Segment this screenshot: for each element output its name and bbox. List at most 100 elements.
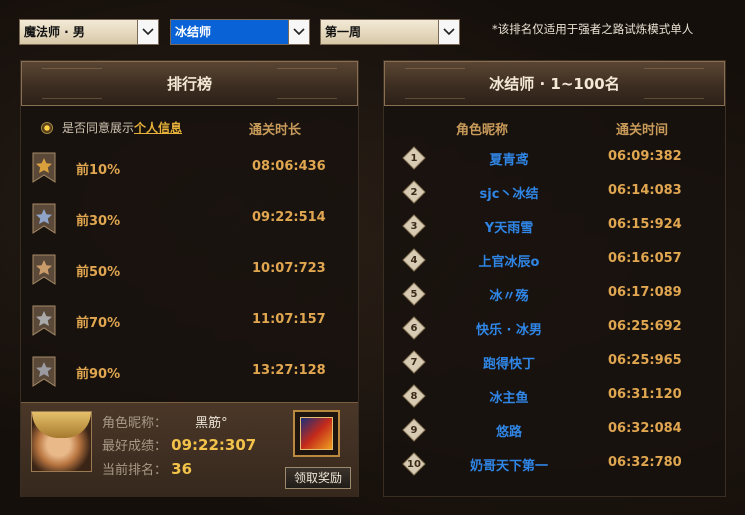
class-select[interactable]: 魔法师 · 男	[19, 19, 159, 45]
rank-badge: 4	[402, 248, 426, 272]
claim-reward-button[interactable]: 领取奖励	[285, 467, 351, 489]
tier-label: 前30%	[76, 214, 121, 229]
clear-time: 06:17:089	[608, 285, 682, 300]
rank-number: 10	[407, 458, 421, 470]
rank-label: 当前排名：	[102, 463, 168, 478]
rank-badge: 5	[402, 282, 426, 306]
tier-time: 11:07:157	[252, 312, 326, 327]
player-name[interactable]: 悠路	[434, 421, 584, 440]
player-name[interactable]: 奶哥天下第一	[434, 455, 584, 474]
col-header-clear-time: 通关时间	[616, 123, 669, 138]
top100-panel: 冰结师 · 1~100名 角色昵称 通关时间 1 夏青鸢 06:09:382 2 sjc…	[383, 60, 726, 497]
player-name[interactable]: 冰〃殇	[434, 285, 584, 304]
clear-time: 06:32:780	[608, 455, 682, 470]
rank-number: 8	[410, 390, 418, 402]
leaderboard-panel: 排行榜 是否同意展示 个人信息 通关时长 前10% 08:06:436 前30% 09…	[20, 60, 359, 497]
best-label: 最好成绩：	[102, 439, 168, 454]
rank-badge: 2	[402, 180, 426, 204]
tier-label: 前50%	[76, 265, 121, 280]
rank-number: 9	[410, 424, 418, 436]
week-select-value: 第一周	[325, 25, 362, 39]
ranking-row: 3 Y天雨雪 06:15:924	[384, 209, 725, 243]
leaderboard-header: 排行榜	[21, 61, 358, 106]
rank-badge: 7	[402, 350, 426, 374]
tier-time: 13:27:128	[252, 363, 326, 378]
rank-badge: 6	[402, 316, 426, 340]
rank-number: 3	[410, 220, 418, 232]
clear-time: 06:15:924	[608, 217, 682, 232]
rank-value: 36	[171, 460, 193, 478]
ranking-row: 2 sjc丶冰结 06:14:083	[384, 175, 725, 209]
player-name[interactable]: 夏青鸢	[434, 149, 584, 168]
star-badge-icon	[32, 254, 56, 285]
col-header-clear-time: 通关时长	[249, 123, 302, 138]
chevron-down-icon[interactable]	[137, 20, 158, 44]
profile-nick-row: 角色昵称： 黑筋°	[102, 412, 228, 431]
ranking-row: 9 悠路 06:32:084	[384, 413, 725, 447]
tier-row: 前10% 08:06:436	[32, 152, 332, 186]
player-name[interactable]: Y天雨雪	[434, 217, 584, 236]
best-value: 09:22:307	[171, 436, 257, 454]
player-name[interactable]: 快乐 · 冰男	[434, 319, 584, 338]
star-badge-icon	[32, 356, 56, 387]
header-ornament	[644, 68, 704, 99]
tier-label: 前70%	[76, 316, 121, 331]
player-profile: 角色昵称： 黑筋° 最好成绩： 09:22:307 当前排名： 36 领取奖励	[21, 402, 358, 497]
ranking-row: 10 奶哥天下第一 06:32:780	[384, 447, 725, 481]
star-badge-icon	[32, 203, 56, 234]
profile-best-row: 最好成绩： 09:22:307	[102, 435, 256, 454]
ranking-row: 5 冰〃殇 06:17:089	[384, 277, 725, 311]
header-ornament	[405, 68, 465, 99]
week-select[interactable]: 第一周	[320, 19, 460, 45]
player-name[interactable]: sjc丶冰结	[434, 183, 584, 202]
ranking-row: 1 夏青鸢 06:09:382	[384, 141, 725, 175]
reward-item-icon[interactable]	[293, 410, 340, 457]
clear-time: 06:09:382	[608, 149, 682, 164]
header-ornament	[277, 68, 337, 99]
clear-time: 06:32:084	[608, 421, 682, 436]
personal-info-link[interactable]: 个人信息	[134, 119, 182, 136]
consent-radio[interactable]	[41, 121, 53, 134]
rank-badge: 1	[402, 146, 426, 170]
ranking-note: *该排名仅适用于强者之路试炼模式单人	[492, 22, 694, 36]
player-name[interactable]: 冰主鱼	[434, 387, 584, 406]
player-avatar	[31, 411, 92, 472]
rank-number: 7	[410, 356, 418, 368]
col-header-nickname: 角色昵称	[456, 123, 509, 138]
header-ornament	[42, 68, 102, 99]
star-badge-icon	[32, 152, 56, 183]
profile-rank-row: 当前排名： 36	[102, 459, 192, 478]
subclass-select-value: 冰结师	[171, 20, 288, 44]
player-name[interactable]: 上官冰辰o	[434, 251, 584, 270]
tier-time: 08:06:436	[252, 159, 326, 174]
top100-title: 冰结师 · 1~100名	[489, 75, 620, 93]
chevron-down-icon[interactable]	[438, 20, 459, 44]
rank-badge: 9	[402, 418, 426, 442]
top100-header: 冰结师 · 1~100名	[384, 61, 725, 106]
subclass-select[interactable]: 冰结师	[170, 19, 310, 45]
class-select-value: 魔法师 · 男	[24, 25, 85, 39]
chevron-down-icon[interactable]	[288, 20, 309, 44]
rank-number: 5	[410, 288, 418, 300]
ranking-row: 7 跑得快丁 06:25:965	[384, 345, 725, 379]
leaderboard-title: 排行榜	[166, 75, 212, 93]
clear-time: 06:16:057	[608, 251, 682, 266]
nick-value: 黑筋°	[195, 416, 228, 431]
star-badge-icon	[32, 305, 56, 336]
consent-row[interactable]: 是否同意展示 个人信息	[41, 119, 182, 136]
rank-number: 6	[410, 322, 418, 334]
clear-time: 06:25:965	[608, 353, 682, 368]
player-name[interactable]: 跑得快丁	[434, 353, 584, 372]
rank-badge: 10	[402, 452, 426, 476]
tier-time: 10:07:723	[252, 261, 326, 276]
tier-label: 前90%	[76, 367, 121, 382]
tier-time: 09:22:514	[252, 210, 326, 225]
nick-label: 角色昵称：	[102, 416, 168, 431]
tier-row: 前90% 13:27:128	[32, 356, 332, 390]
rank-number: 1	[410, 152, 418, 164]
tier-label: 前10%	[76, 163, 121, 178]
ranking-row: 4 上官冰辰o 06:16:057	[384, 243, 725, 277]
rank-badge: 3	[402, 214, 426, 238]
tier-row: 前50% 10:07:723	[32, 254, 332, 288]
tier-row: 前70% 11:07:157	[32, 305, 332, 339]
